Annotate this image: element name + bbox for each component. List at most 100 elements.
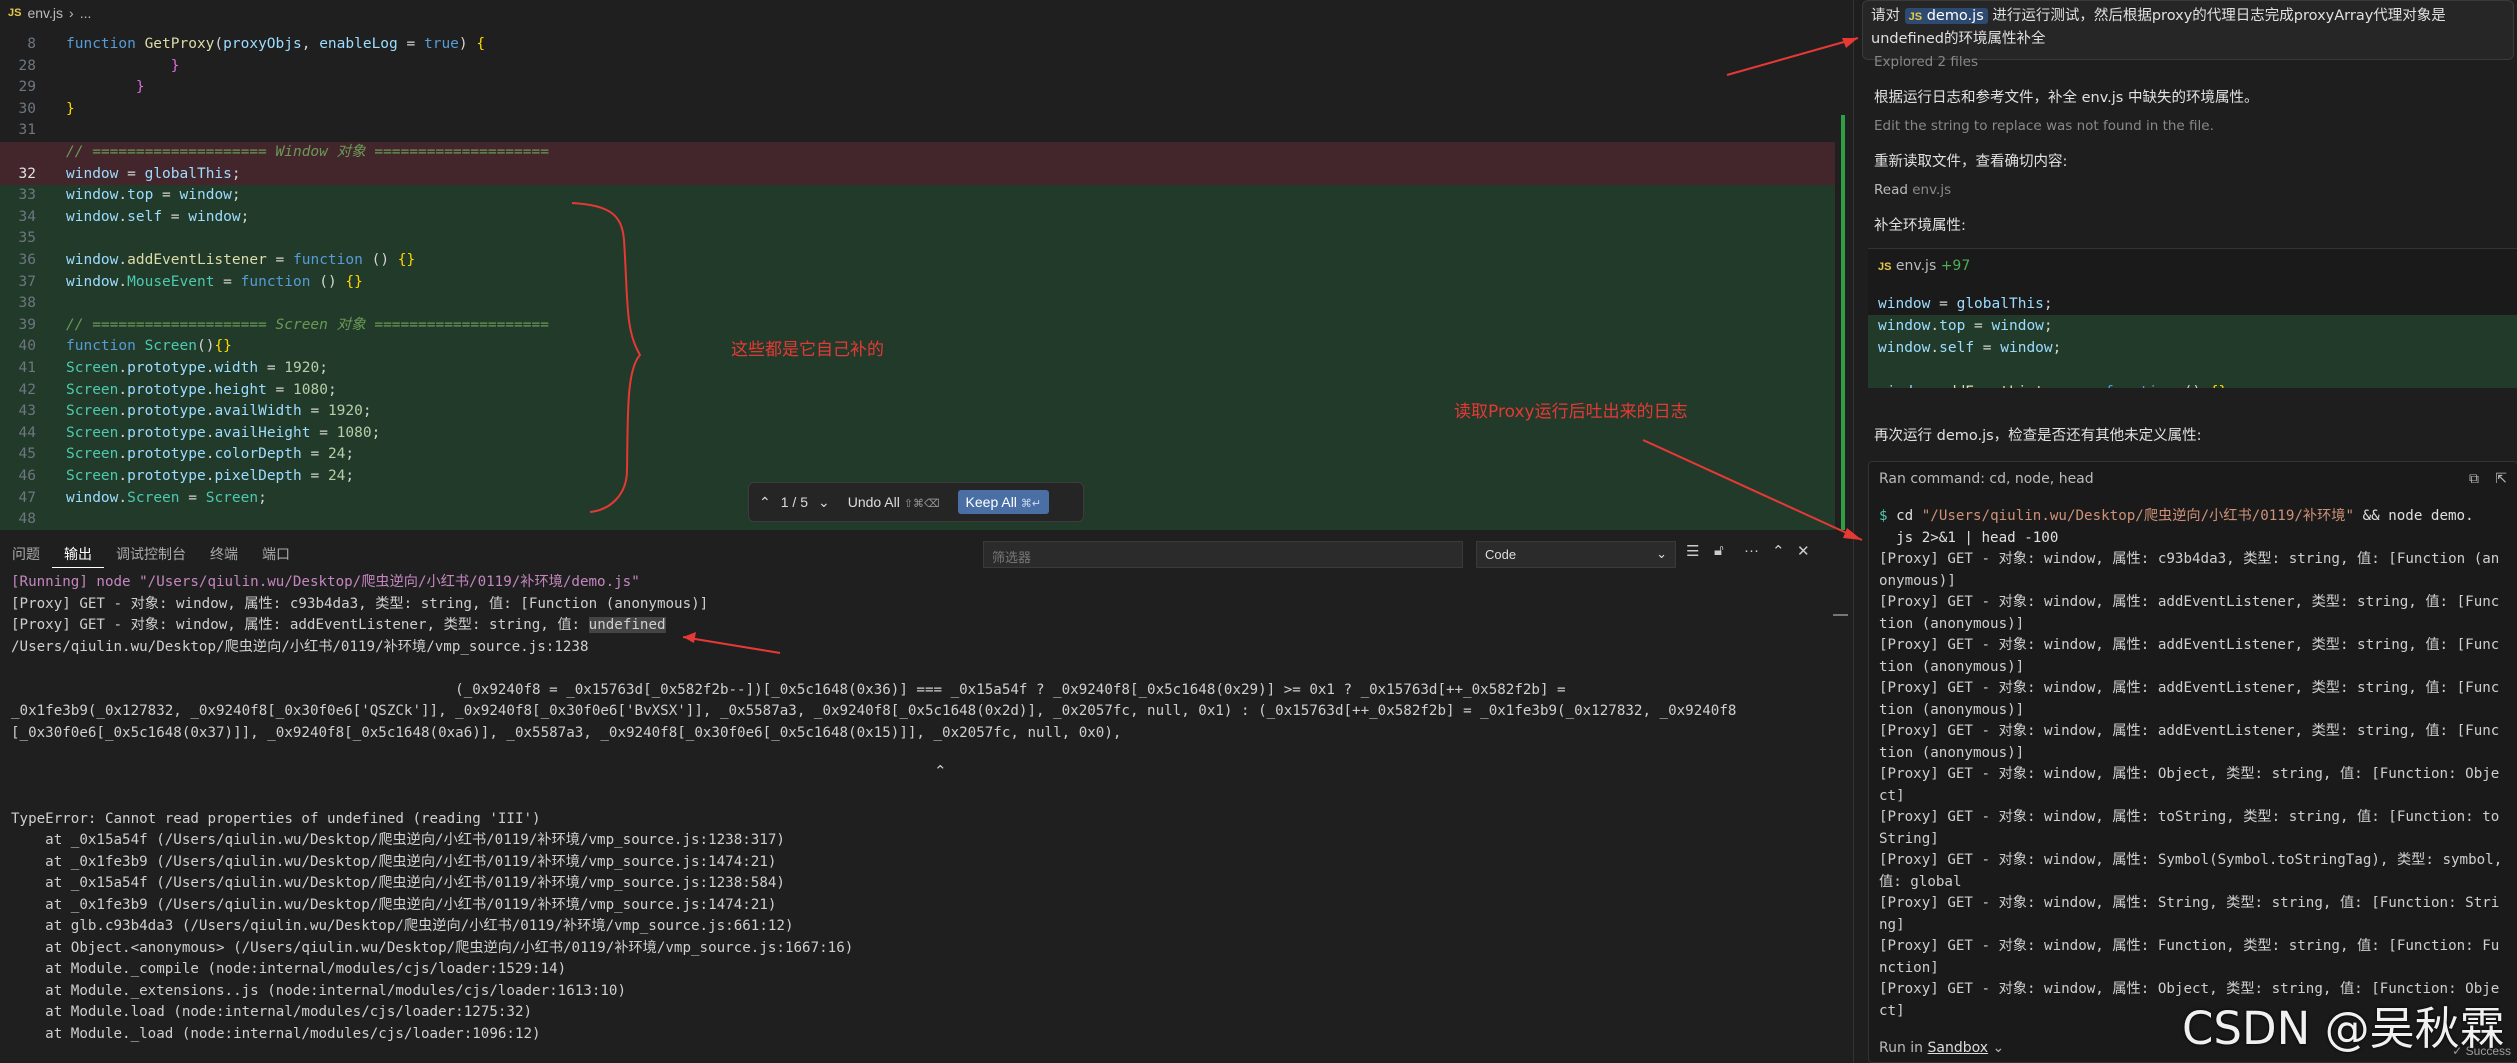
edit-card-header[interactable]: JS env.js +97 [1868,249,2517,283]
output-panel[interactable]: [Running] node "/Users/qiulin.wu/Desktop… [0,572,1850,1063]
chevron-down-icon: ⌄ [1656,546,1667,561]
diff-review-bar: ⌃ 1 / 5 ⌄ Undo All ⇧⌘⌫ Keep All ⌘↵ [748,482,1084,522]
read-file-name: env.js [1912,182,1952,198]
terminal-line: [Proxy] GET - 对象: window, 属性: addEventLi… [1879,594,2500,610]
user-message-prefix: 请对 [1871,8,1900,24]
output-line: at glb.c93b4da3 (/Users/qiulin.wu/Deskto… [11,918,794,934]
explored-note[interactable]: Explored 2 files [1874,54,1978,70]
code-line[interactable]: 40 function Screen(){} [0,336,1835,358]
assistant-message-5: 补全环境属性: [1874,218,1966,234]
terminal-line: [Proxy] GET - 对象: window, 属性: Symbol(Sym… [1879,852,2503,868]
added-lines-count: +97 [1940,258,1971,274]
output-line: at _0x1fe3b9 (/Users/qiulin.wu/Desktop/爬… [11,896,777,913]
minimize-icon[interactable]: — [1833,606,1848,623]
sandbox-link[interactable]: Sandbox [1928,1040,1989,1056]
card-code-line: window.top = window; [1868,315,2517,337]
breadcrumb-separator: › [69,5,74,21]
line-number: 29 [18,79,36,96]
code-line[interactable]: // ==================== Window 对象 ======… [0,142,1835,164]
expand-icon[interactable]: ⇱ [2495,471,2507,487]
close-icon[interactable]: ✕ [1797,542,1810,560]
command-card-header[interactable]: Ran command: cd, node, head ⧉ ⇱ [1869,462,2517,496]
edit-card[interactable]: JS env.js +97 window = globalThis; window… [1868,248,2517,388]
file-mention[interactable]: JS demo.js [1904,8,1988,24]
breadcrumb: JS env.js › ... [0,0,1850,26]
code-line[interactable]: 31 [0,120,1835,142]
code-line[interactable]: 29 } [0,77,1835,99]
diff-counter: 1 / 5 [780,494,808,510]
command-cd: cd [1896,508,1914,524]
terminal-line: [Proxy] GET - 对象: window, 属性: addEventLi… [1879,637,2500,653]
undo-shortcut: ⇧⌘⌫ [903,498,940,510]
line-number: 48 [18,511,36,528]
line-number: 38 [18,295,36,312]
code-text: // ==================== Screen 对象 ======… [66,316,549,333]
code-editor[interactable]: 8 function GetProxy(proxyObjs, enableLog … [0,30,1850,530]
line-number: 43 [18,403,36,420]
code-line[interactable]: 37 window.MouseEvent = function () {} [0,271,1835,294]
assistant-message-3: 重新读取文件，查看确切内容: [1874,154,2068,170]
output-line: at Module._load (node:internal/modules/c… [11,1025,541,1042]
code-line[interactable]: 44 Screen.prototype.availHeight = 1080; [0,422,1835,445]
breadcrumb-file[interactable]: env.js [27,5,63,21]
annotation-proxy-log: 读取Proxy运行后吐出来的日志 [1454,402,1688,422]
panel-tab[interactable]: 问题 [0,540,52,568]
code-line[interactable]: 30} [0,99,1835,121]
line-number: 40 [18,338,36,355]
undo-all-button[interactable]: Undo All ⇧⌘⌫ [840,490,948,514]
card-code-line: window = globalThis; [1878,296,2053,312]
line-number: 35 [18,230,36,247]
code-line[interactable]: 36 window.addEventListener = function () … [0,250,1835,272]
code-line[interactable]: 41 Screen.prototype.width = 1920; [0,358,1835,380]
code-text: function GetProxy(proxyObjs, enableLog =… [66,36,486,52]
lock-icon[interactable]: 🔓︎ [1714,542,1724,559]
read-file-note[interactable]: Read env.js [1874,182,1951,198]
filter-input[interactable]: 筛选器 [983,541,1463,568]
code-line[interactable]: 34 window.self = window; [0,206,1835,229]
code-text: Screen.prototype.colorDepth = 24; [66,446,355,463]
panel-tab[interactable]: 调试控制台 [104,540,198,568]
run-in-sandbox[interactable]: Run in Sandbox ⌄ [1879,1040,2004,1056]
code-line[interactable]: 38 [0,293,1835,315]
panel-tab[interactable]: 输出 [52,540,104,568]
chevron-up-icon[interactable]: ⌃ [759,494,771,511]
user-message: 请对 JS demo.js 进行运行测试，然后根据proxy的代理日志完成pro… [1862,0,2514,60]
code-text: window.top = window; [66,187,241,204]
code-text: window.MouseEvent = function () {} [66,273,363,290]
code-line[interactable]: 28 } [0,56,1835,78]
assistant-message-2: Edit the string to replace was not found… [1874,118,2214,134]
chevron-down-icon[interactable]: ⌄ [818,494,830,511]
code-text: } [135,79,145,96]
line-number: 37 [18,273,36,290]
js-file-icon: JS [1878,261,1892,273]
code-line[interactable]: 32 window = globalThis; [0,163,1835,186]
command-path: "/Users/qiulin.wu/Desktop/爬虫逆向/小红书/0119/… [1921,508,2355,524]
line-number: 45 [18,446,36,463]
terminal-line: [Proxy] GET - 对象: window, 属性: toString, … [1879,809,2500,825]
terminal-line: ct] [1879,1002,1905,1019]
keep-all-button[interactable]: Keep All ⌘↵ [957,490,1050,514]
code-line[interactable]: 33 window.top = window; [0,185,1835,207]
code-line[interactable]: 35 [0,228,1835,250]
prompt-symbol: $ [1879,508,1888,524]
code-line[interactable]: 8 function GetProxy(proxyObjs, enableLog … [0,34,1835,56]
code-line[interactable]: 39 // ==================== Screen 对象 ====… [0,314,1835,337]
panel-tab[interactable]: 端口 [250,540,302,568]
output-channel-select[interactable]: Code ⌄ [1476,541,1676,568]
code-text: } [170,57,180,74]
code-text: window.self = window; [66,208,250,225]
output-line: at Module._compile (node:internal/module… [11,961,567,977]
output-line: [_0x30f0e6[_0x5c1648(0x37)]], _0x9240f8[… [11,724,1122,741]
list-filter-icon[interactable]: ☰ [1686,542,1699,560]
command-card[interactable]: Ran command: cd, node, head ⧉ ⇱ $ cd "/Use… [1868,461,2517,1063]
chevron-up-icon[interactable]: ⌃ [934,762,947,780]
code-line[interactable]: 45 Screen.prototype.colorDepth = 24; [0,444,1835,466]
js-file-icon: JS [8,7,22,19]
panel-tab[interactable]: 终端 [198,540,250,568]
output-line: [Proxy] GET - 对象: window, 属性: c93b4da3, … [11,595,709,612]
more-icon[interactable]: ··· [1744,542,1759,559]
js-file-icon: JS [1908,11,1923,23]
copy-icon[interactable]: ⧉ [2469,471,2479,487]
breadcrumb-rest[interactable]: ... [80,5,92,21]
chevron-up-icon[interactable]: ⌃ [1772,542,1785,560]
